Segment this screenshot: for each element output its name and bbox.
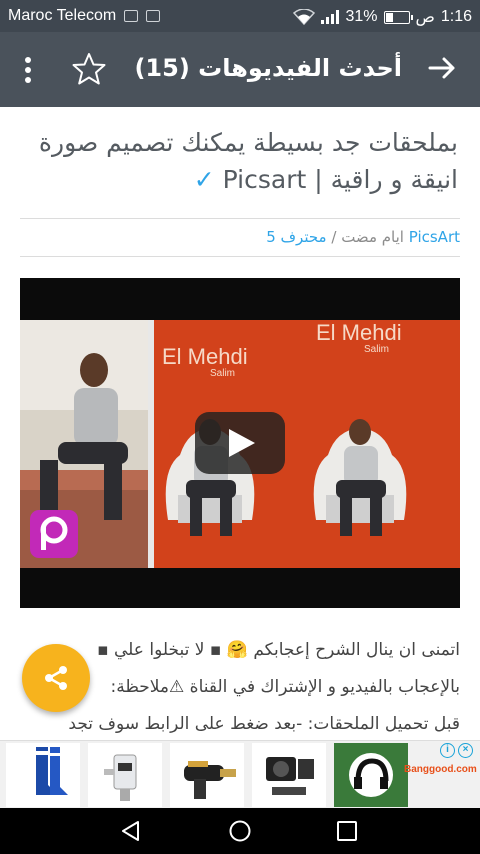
system-nav-bar (0, 808, 480, 854)
water-timer-image (104, 754, 137, 801)
ad-product-drill[interactable] (170, 743, 244, 807)
meta-separator: / (331, 228, 337, 246)
star-outline-icon[interactable] (72, 52, 106, 86)
time-ago: ايام مضت (341, 228, 404, 246)
image-notification-icon (146, 10, 161, 22)
drill-image (184, 761, 236, 799)
page-title: أحدث الفيديوهات (15) (134, 54, 402, 82)
arrow-right-icon[interactable] (426, 52, 458, 84)
category-link[interactable]: محترف 5 (266, 228, 326, 246)
back-triangle-icon[interactable] (120, 820, 142, 842)
signal-icon (321, 10, 340, 24)
article-headline: بملحقات جد بسيطة يمكنك تصميم صورة انيقة … (18, 124, 458, 198)
headline-text: بملحقات جد بسيطة يمكنك تصميم صورة انيقة … (38, 128, 458, 194)
author-link[interactable]: PicsArt (409, 228, 460, 246)
more-vertical-icon[interactable] (22, 56, 34, 84)
close-icon[interactable]: × (458, 743, 473, 758)
wifi-icon (293, 9, 316, 25)
play-button[interactable] (195, 412, 285, 474)
socks-image (36, 747, 68, 795)
adchoices-icons[interactable]: i × (440, 743, 476, 759)
divider (20, 256, 460, 257)
divider (20, 218, 460, 219)
home-circle-icon[interactable] (229, 820, 251, 842)
info-icon[interactable]: i (440, 743, 455, 758)
app-bar: أحدث الفيديوهات (15) (0, 32, 480, 107)
share-icon (45, 666, 67, 690)
am-pm-label: ص (415, 9, 435, 26)
share-button[interactable] (22, 644, 90, 712)
banggood-logo: Banggood.com (404, 764, 477, 775)
clock: 1:16 (440, 8, 472, 25)
headphones-image (334, 743, 408, 807)
recents-square-icon[interactable] (336, 820, 358, 842)
battery-percent: 31% (345, 8, 378, 25)
body-line: قبل تحميل الملحقات: -بعد ضغط على الرابط … (68, 714, 460, 734)
video-player[interactable]: El Mehdi Salim El Mehdi Salim (20, 278, 460, 608)
ad-product-socks[interactable] (6, 743, 80, 807)
action-camera-image (266, 757, 314, 795)
ad-product-camera[interactable] (252, 743, 326, 807)
poster-subtitle: Salim (210, 368, 236, 379)
ad-product-headphones[interactable] (334, 743, 408, 807)
verified-check-icon: ✓ (193, 165, 215, 194)
poster-title: El Mehdi (162, 344, 248, 369)
poster-subtitle: Salim (364, 344, 390, 355)
ad-product-water-timer[interactable] (88, 743, 162, 807)
status-bar: Maroc Telecom 31% ص 1:16 (0, 0, 480, 32)
poster-title: El Mehdi (316, 320, 402, 345)
battery-icon (383, 10, 413, 24)
notification-icon (124, 10, 139, 22)
carrier-name: Maroc Telecom (8, 7, 117, 24)
article-meta: PicsArt ايام مضت / محترف 5 (20, 228, 460, 246)
